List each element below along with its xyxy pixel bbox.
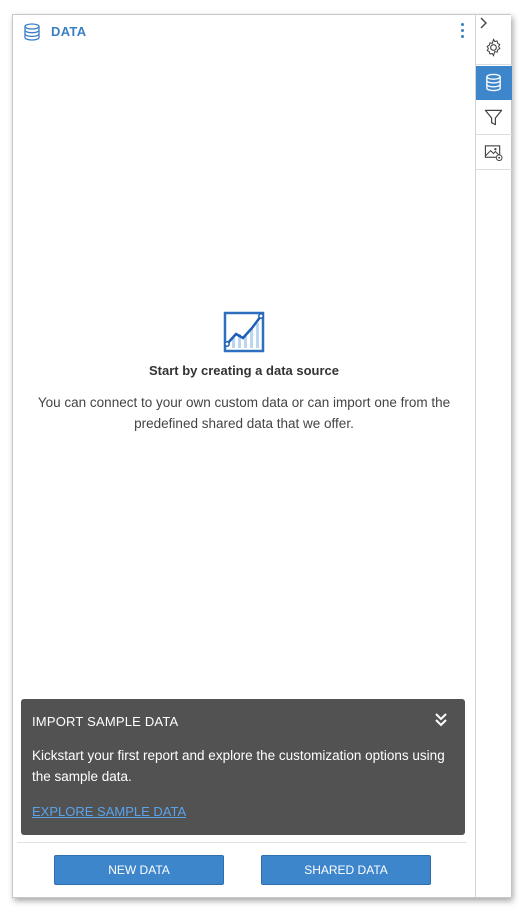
sample-card-title: IMPORT SAMPLE DATA — [32, 714, 179, 729]
double-chevron-down-icon[interactable] — [434, 712, 448, 728]
filter-icon — [484, 109, 503, 126]
rail-image-settings-button[interactable] — [476, 136, 512, 170]
rail-data-button[interactable] — [476, 66, 512, 100]
right-rail — [475, 15, 512, 897]
rail-settings-button[interactable] — [476, 31, 512, 65]
import-sample-data-card: IMPORT SAMPLE DATA Kickstart your first … — [21, 699, 465, 835]
line-chart-icon — [223, 311, 265, 353]
new-data-button[interactable]: NEW DATA — [54, 855, 224, 885]
empty-state-description: You can connect to your own custom data … — [37, 395, 451, 431]
panel-header: DATA — [13, 15, 475, 47]
rail-filter-button[interactable] — [476, 101, 512, 135]
footer-divider — [17, 842, 467, 843]
gear-icon — [486, 38, 501, 57]
image-settings-icon — [484, 145, 503, 162]
database-icon — [24, 23, 40, 41]
shared-data-button[interactable]: SHARED DATA — [261, 855, 431, 885]
data-panel: DATA Start by creating a data source You… — [13, 15, 475, 897]
panel-title: DATA — [51, 24, 87, 39]
data-panel-window: DATA Start by creating a data source You… — [12, 14, 512, 898]
empty-state-title: Start by creating a data source — [148, 363, 339, 378]
empty-state: Start by creating a data source You can … — [13, 311, 475, 434]
kebab-menu-icon[interactable] — [458, 22, 466, 40]
chevron-right-icon[interactable] — [476, 15, 512, 31]
sample-card-description: Kickstart your first report and explore … — [32, 748, 445, 784]
database-icon — [486, 73, 501, 92]
explore-sample-data-link[interactable]: EXPLORE SAMPLE DATA — [32, 804, 186, 819]
